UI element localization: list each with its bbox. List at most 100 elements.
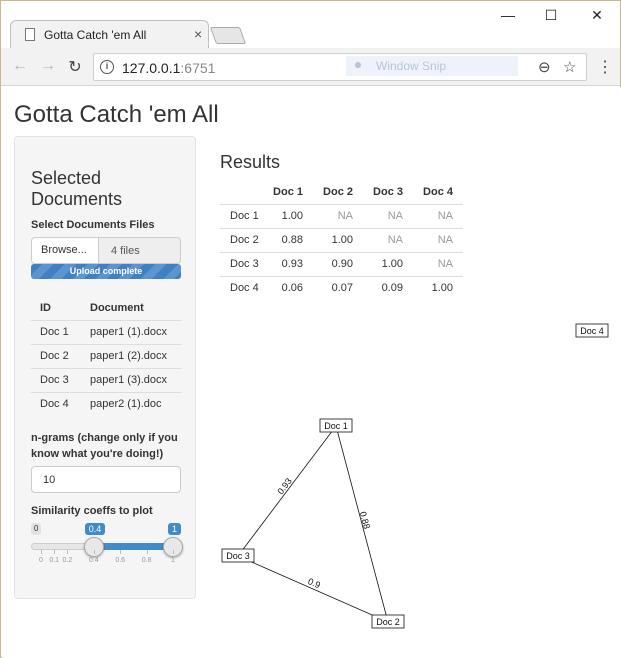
column-header-doc2: Doc 2	[323, 185, 353, 198]
browser-menu-icon[interactable]: ⋮	[597, 57, 613, 77]
slider-tick-label: 0.1	[49, 557, 60, 564]
slider-tick-label: 1	[171, 557, 175, 564]
column-header-doc1: Doc 1	[273, 185, 303, 198]
slider-tick	[146, 550, 148, 554]
doc-filename: paper2 (1).doc	[81, 391, 181, 416]
row-label: Doc 3	[220, 251, 263, 276]
similarity-cell: NA	[413, 227, 463, 252]
table-row: Doc 1 paper1 (1).docx	[31, 319, 181, 344]
table-header-row: Doc 1 Doc 2 Doc 3 Doc 4	[220, 180, 463, 204]
ngram-label: n-grams (change only if you know what yo…	[31, 432, 178, 460]
files-label: Select Documents Files	[31, 219, 155, 231]
url-port: :6751	[180, 60, 216, 76]
similarity-range-slider[interactable]: 0 0.4 1 0 0.1 0.2 0.4 0.6 0.8 1	[31, 523, 183, 573]
table-header-row: ID Document	[31, 296, 181, 321]
graph-node-label: Doc 4	[580, 326, 604, 336]
doc-id: Doc 4	[31, 391, 81, 416]
slider-label: Similarity coeffs to plot	[31, 505, 153, 517]
info-icon[interactable]: i	[100, 60, 114, 74]
similarity-table: Doc 1 Doc 2 Doc 3 Doc 4 Doc 1 1.00 NA NA NA D…	[220, 180, 463, 300]
title-bar: Gotta Catch 'em All × — ☐ ✕	[1, 1, 620, 48]
slider-tick	[120, 550, 122, 554]
doc-filename: paper1 (3).docx	[81, 367, 181, 392]
zoom-icon[interactable]: ⊖	[538, 58, 551, 76]
maximize-button[interactable]: ☐	[541, 7, 561, 24]
upload-progress-bar: Upload complete	[31, 264, 181, 279]
column-header-document: Document	[81, 296, 181, 321]
sidebar-panel: Selected Documents Select Documents File…	[14, 136, 196, 599]
similarity-cell: 1.00	[313, 227, 363, 252]
slider-tick-label: 0.8	[141, 557, 152, 564]
slider-tick	[54, 550, 56, 554]
close-tab-icon[interactable]: ×	[194, 26, 202, 42]
table-row: Doc 4 paper2 (1).doc	[31, 391, 181, 416]
similarity-cell: NA	[363, 203, 413, 228]
similarity-cell: 0.09	[363, 275, 413, 300]
graph-edge	[237, 555, 389, 623]
doc-id: Doc 1	[31, 319, 81, 344]
similarity-cell: 0.93	[263, 251, 313, 276]
table-row: Doc 3 paper1 (3).docx	[31, 367, 181, 392]
bookmark-star-icon[interactable]: ☆	[563, 58, 576, 76]
slider-tick	[67, 550, 69, 554]
row-label: Doc 1	[220, 203, 263, 228]
slider-min-badge: 0	[31, 523, 42, 535]
row-label: Doc 4	[220, 275, 263, 300]
similarity-cell: 1.00	[413, 275, 463, 300]
similarity-cell: NA	[363, 227, 413, 252]
column-header-doc4: Doc 4	[423, 185, 453, 198]
table-row: Doc 2 0.88 1.00 NA NA	[220, 227, 463, 252]
similarity-cell: 1.00	[363, 251, 413, 276]
browser-window: Gotta Catch 'em All × — ☐ ✕ ← → ↻ i 127.…	[0, 0, 621, 658]
slider-tick-label: 0.2	[62, 557, 73, 564]
similarity-network-graph: 0.930.880.9Doc 1Doc 2Doc 3Doc 4	[221, 323, 609, 629]
similarity-cell: NA	[413, 251, 463, 276]
similarity-cell: 0.07	[313, 275, 363, 300]
ngram-input[interactable]: 10	[31, 466, 181, 493]
similarity-cell: NA	[413, 203, 463, 228]
doc-id: Doc 2	[31, 343, 81, 368]
sidebar-heading: Selected Documents	[31, 168, 123, 209]
table-row: Doc 2 paper1 (2).docx	[31, 343, 181, 368]
snip-label: Window Snip	[376, 59, 447, 73]
similarity-cell: 0.88	[263, 227, 313, 252]
slider-high-handle[interactable]	[163, 537, 183, 557]
table-row: Doc 3 0.93 0.90 1.00 NA	[220, 251, 463, 276]
table-row: Doc 4 0.06 0.07 0.09 1.00	[220, 275, 463, 300]
documents-table: ID Document Doc 1 paper1 (1).docx Doc 2 …	[31, 296, 181, 416]
browse-button[interactable]: Browse...	[31, 237, 99, 264]
doc-filename: paper1 (1).docx	[81, 319, 181, 344]
slider-high-badge: 1	[168, 523, 182, 535]
doc-filename: paper1 (2).docx	[81, 343, 181, 368]
edge-label: 0.88	[358, 510, 372, 530]
graph-node-label: Doc 3	[226, 551, 250, 561]
browser-tab[interactable]: Gotta Catch 'em All ×	[10, 20, 209, 48]
table-row: Doc 1 1.00 NA NA NA	[220, 203, 463, 228]
forward-button[interactable]: →	[38, 57, 58, 75]
slider-tick-label: 0	[39, 557, 43, 564]
similarity-cell: 0.90	[313, 251, 363, 276]
minimize-button[interactable]: —	[498, 7, 518, 23]
reload-button[interactable]: ↻	[65, 57, 85, 77]
slider-low-badge: 0.4	[84, 523, 106, 535]
back-button[interactable]: ←	[10, 57, 30, 75]
doc-id: Doc 3	[31, 367, 81, 392]
tab-title: Gotta Catch 'em All	[44, 28, 147, 42]
selected-files-field[interactable]: 4 files	[98, 237, 181, 264]
new-tab-button[interactable]	[209, 27, 247, 44]
slider-tick	[41, 550, 42, 554]
row-label: Doc 2	[220, 227, 263, 252]
url-host: 127.0.0.1	[122, 60, 181, 76]
address-bar[interactable]: i 127.0.0.1:6751 Window Snip ⊖ ☆	[93, 53, 587, 81]
slider-tick-label: 0.4	[88, 557, 99, 564]
app-page: Gotta Catch 'em All Selected Documents S…	[2, 87, 621, 658]
snip-icon	[355, 62, 361, 68]
window-snip-overlay: Window Snip	[346, 56, 518, 76]
similarity-cell: 1.00	[263, 203, 313, 228]
browser-toolbar: ← → ↻ i 127.0.0.1:6751 Window Snip ⊖ ☆ ⋮	[1, 48, 620, 86]
close-window-button[interactable]: ✕	[587, 7, 607, 24]
slider-low-handle[interactable]	[83, 537, 104, 557]
slider-tick	[173, 550, 174, 554]
url-text[interactable]: 127.0.0.1:6751	[122, 60, 215, 76]
slider-tick	[93, 550, 95, 554]
